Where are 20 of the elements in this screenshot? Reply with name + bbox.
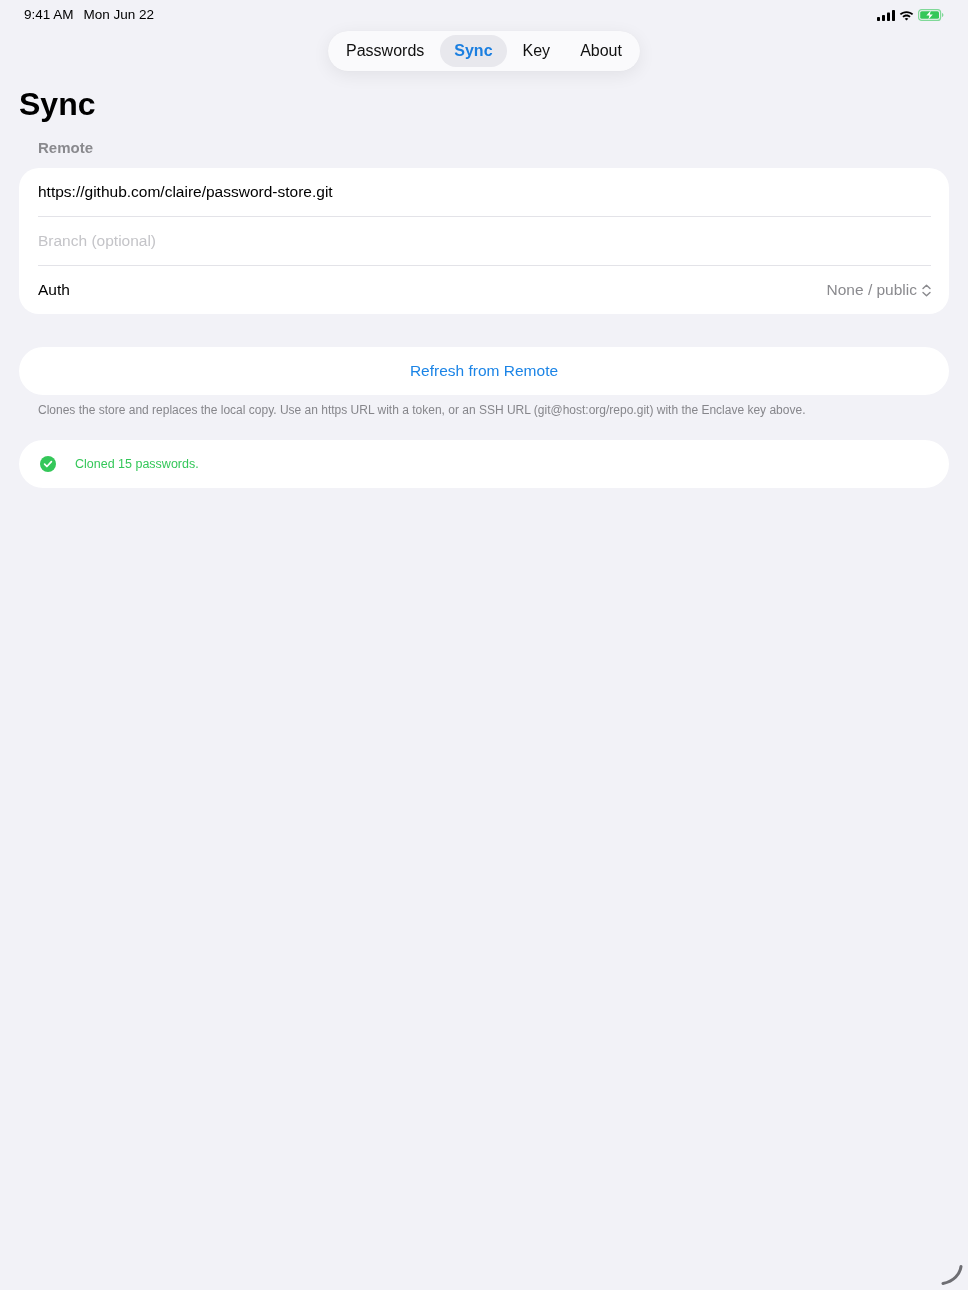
tab[interactable]: About <box>566 35 636 67</box>
battery-charging-icon <box>918 9 944 21</box>
field-label: Auth <box>38 281 70 299</box>
tab[interactable]: Passwords <box>332 35 439 67</box>
refresh-button[interactable]: Refresh from Remote <box>19 347 949 395</box>
status-time: 9:41 AM <box>24 7 74 23</box>
up-down-chevron-icon <box>922 283 931 297</box>
wifi-icon <box>899 9 914 21</box>
tab[interactable]: Key <box>508 35 565 67</box>
footer-note: Clones the store and replaces the local copy. Use an https URL with a token, or an SSH URL (git@host:org/repo.git) with the Enclave key above. <box>38 402 807 418</box>
checkmark-circle-icon <box>40 456 56 472</box>
corner-handle-icon[interactable] <box>941 1265 963 1285</box>
status-date: Mon Jun 22 <box>83 7 155 23</box>
signal-icon <box>877 9 895 21</box>
picker-button[interactable]: None / public <box>826 281 931 299</box>
text-field[interactable]: Branch (optional) <box>38 226 931 256</box>
section-header: Remote <box>38 138 94 158</box>
page-title: Sync <box>19 85 97 123</box>
status-message: Cloned 15 passwords. <box>75 457 199 471</box>
text-field[interactable]: https://github.com/claire/password-store.git <box>38 177 931 207</box>
